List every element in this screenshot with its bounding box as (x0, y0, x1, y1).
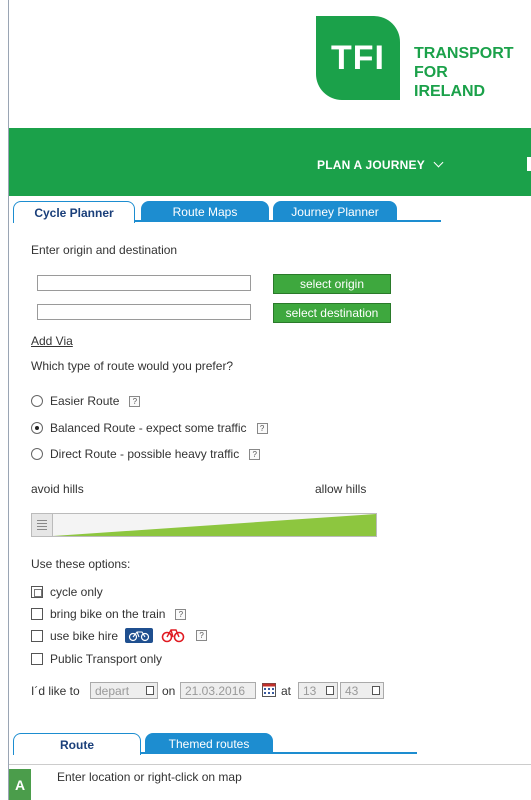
origin-destination-heading: Enter origin and destination (31, 243, 178, 257)
help-icon[interactable]: ? (249, 448, 261, 460)
date-input[interactable]: 21.03.2016 (180, 682, 256, 699)
time-on-label: on (162, 684, 176, 698)
option-label: bring bike on the train (50, 607, 166, 621)
checkbox-cycle-only[interactable] (31, 586, 43, 598)
option-label: cycle only (50, 585, 103, 599)
option-cycle-only[interactable]: cycle only (31, 585, 103, 599)
nav-next-item-edge (527, 157, 531, 171)
logo-line-3: IRELAND (414, 83, 486, 100)
tfi-logo-mark[interactable]: TFI (316, 16, 400, 100)
chevron-down-icon (433, 157, 444, 168)
route-option-label: Easier Route (50, 394, 120, 408)
hour-value: 13 (303, 683, 317, 698)
planner-tabs: Cycle Planner Route Maps Journey Planner (13, 200, 441, 223)
route-option-label: Balanced Route - expect some traffic (50, 421, 247, 435)
minute-select[interactable]: 43 (340, 682, 384, 699)
depart-arrive-value: depart (95, 683, 130, 698)
radio-direct[interactable] (31, 448, 43, 460)
location-hint: Enter location or right-click on map (57, 770, 242, 784)
hour-select[interactable]: 13 (298, 682, 338, 699)
route-option-balanced[interactable]: Balanced Route - expect some traffic ? (31, 421, 268, 435)
checkbox-bike-hire[interactable] (31, 629, 43, 642)
route-option-label: Direct Route - possible heavy traffic (50, 447, 240, 461)
dublinbikes-icon (125, 628, 154, 643)
waypoint-a-badge: A (9, 769, 31, 800)
route-type-question: Which type of route would you prefer? (31, 359, 234, 373)
dropdown-icon (146, 686, 154, 695)
option-bike-on-train[interactable]: bring bike on the train ? (31, 607, 187, 621)
hills-slider[interactable] (31, 513, 377, 537)
slider-label-allow-hills: allow hills (315, 482, 367, 496)
help-icon[interactable]: ? (196, 630, 208, 641)
minute-value: 43 (345, 683, 359, 698)
origin-input[interactable] (37, 275, 251, 291)
slider-label-avoid-hills: avoid hills (31, 482, 84, 496)
option-bike-hire[interactable]: use bike hire ? (31, 628, 208, 643)
option-label: use bike hire (50, 628, 119, 643)
help-icon[interactable]: ? (175, 608, 187, 620)
help-icon[interactable]: ? (256, 422, 268, 434)
destination-input[interactable] (37, 304, 251, 320)
tab-route[interactable]: Route (13, 733, 141, 755)
time-at-label: at (281, 684, 292, 698)
option-label: Public Transport only (50, 652, 163, 666)
tab-journey-planner[interactable]: Journey Planner (273, 201, 397, 222)
location-entry-row[interactable]: A Enter location or right-click on map (9, 764, 531, 800)
logo-line-2: FOR (414, 64, 448, 81)
checkbox-public-transport-only[interactable] (31, 653, 43, 665)
dropdown-icon (326, 686, 334, 695)
options-heading: Use these options: (31, 557, 131, 571)
route-option-direct[interactable]: Direct Route - possible heavy traffic ? (31, 447, 261, 461)
dropdown-icon (372, 686, 380, 695)
tab-route-maps[interactable]: Route Maps (141, 201, 269, 222)
nav-plan-a-journey[interactable]: PLAN A JOURNEY (317, 157, 444, 172)
checkbox-bike-on-train[interactable] (31, 608, 43, 620)
page-left-border (8, 0, 9, 800)
help-icon[interactable]: ? (129, 395, 141, 407)
coca-cola-zero-bikes-icon (161, 629, 185, 643)
slider-handle[interactable] (32, 514, 53, 536)
time-prefix: I´d like to (31, 684, 80, 698)
tab-cycle-planner[interactable]: Cycle Planner (13, 201, 135, 223)
depart-arrive-select[interactable]: depart (90, 682, 158, 699)
route-option-easier[interactable]: Easier Route ? (31, 394, 141, 408)
date-value: 21.03.2016 (185, 683, 246, 698)
calendar-icon[interactable] (262, 683, 276, 697)
select-origin-button[interactable]: select origin (273, 274, 391, 294)
slider-gradient-wedge (53, 514, 376, 536)
main-navbar: PLAN A JOURNEY (9, 128, 531, 196)
nav-plan-a-journey-label: PLAN A JOURNEY (317, 158, 425, 172)
radio-balanced[interactable] (31, 422, 43, 434)
route-tabs: Route Themed routes (13, 732, 417, 755)
add-via-link[interactable]: Add Via (31, 334, 73, 348)
radio-easier[interactable] (31, 395, 43, 407)
tab-themed-routes[interactable]: Themed routes (145, 733, 273, 754)
tfi-logo-text[interactable]: TRANSPORT FOR IRELAND (414, 44, 514, 101)
option-public-transport-only[interactable]: Public Transport only (31, 652, 162, 666)
select-destination-button[interactable]: select destination (273, 303, 391, 323)
logo-line-1: TRANSPORT (414, 45, 514, 62)
